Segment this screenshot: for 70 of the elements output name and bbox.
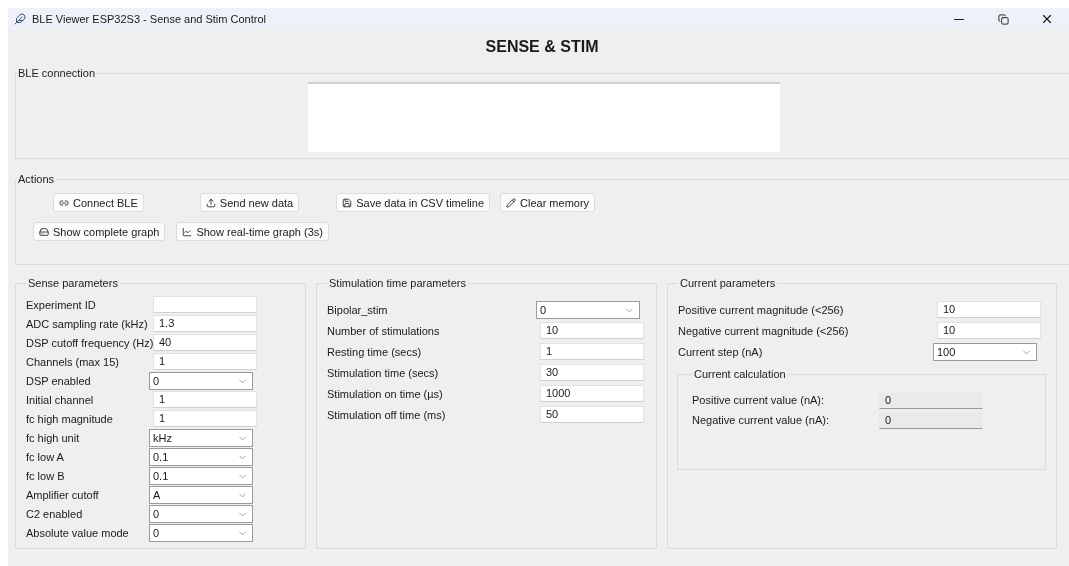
field-label: DSP cutoff frequency (Hz) xyxy=(26,336,153,349)
action-button[interactable]: Send new data xyxy=(199,193,300,212)
readonly-field: 0 xyxy=(879,411,983,429)
field-label: fc low A xyxy=(26,450,65,463)
feather-icon xyxy=(14,13,26,25)
input-field[interactable]: 1 xyxy=(153,410,257,427)
field-label: fc high unit xyxy=(26,431,81,444)
window-title: BLE Viewer ESP32S3 - Sense and Stim Control xyxy=(32,13,267,25)
field-label: fc high magnitude xyxy=(26,412,114,425)
dropdown[interactable]: 0 xyxy=(149,371,253,390)
dropdown[interactable]: 0 xyxy=(149,504,253,523)
save-icon xyxy=(342,197,353,208)
close-icon xyxy=(1040,12,1054,26)
field-label: Positive current value (nA): xyxy=(692,394,826,406)
action-button[interactable]: Clear memory xyxy=(500,193,596,212)
send-icon xyxy=(205,197,216,208)
field-label: Stimulation time (secs) xyxy=(327,366,440,379)
heading: SENSE & STIM xyxy=(485,37,599,57)
dropdown[interactable]: kHz xyxy=(149,428,253,447)
readonly-field: 0 xyxy=(879,391,983,409)
field-label: fc low B xyxy=(26,469,66,482)
field-label: DSP enabled xyxy=(26,374,92,387)
input-field[interactable]: 1 xyxy=(540,343,644,360)
field-label: Amplifier cutoff xyxy=(26,488,100,501)
action-button[interactable]: Connect BLE xyxy=(53,193,144,212)
dropdown[interactable]: 0 xyxy=(149,523,253,542)
input-field[interactable]: 40 xyxy=(153,334,257,351)
input-field[interactable]: 50 xyxy=(540,406,644,423)
field-label: Absolute value mode xyxy=(26,526,130,539)
input-field[interactable]: 1 xyxy=(153,391,257,408)
input-field[interactable] xyxy=(153,296,257,313)
minimize-icon xyxy=(954,18,964,20)
group-label: Current parameters xyxy=(679,277,777,289)
group-label: Actions xyxy=(17,173,56,185)
field-label: C2 enabled xyxy=(26,507,84,520)
field-label: Stimulation on time (µs) xyxy=(327,387,444,400)
chart-icon xyxy=(182,226,193,237)
input-field[interactable]: 10 xyxy=(937,301,1041,318)
field-label: Negative current magnitude (<256) xyxy=(678,324,850,337)
field-label: Experiment ID xyxy=(26,298,97,311)
field-label: Number of stimulations xyxy=(327,324,441,337)
input-field[interactable]: 30 xyxy=(540,364,644,381)
group-label: Sense parameters xyxy=(27,277,119,289)
field-label: Bipolar_stim xyxy=(327,303,389,316)
input-field[interactable]: 1.3 xyxy=(153,315,257,332)
input-field[interactable]: 1 xyxy=(153,353,257,370)
field-label: Stimulation off time (ms) xyxy=(327,408,447,421)
action-button[interactable]: Show complete graph xyxy=(33,222,166,241)
input-field[interactable]: 10 xyxy=(937,322,1041,339)
field-label: ADC sampling rate (kHz) xyxy=(26,317,149,330)
input-field[interactable]: 10 xyxy=(540,322,644,339)
link-icon xyxy=(59,197,69,208)
field-label: Current step (nA) xyxy=(678,345,764,358)
dropdown[interactable]: 0.1 xyxy=(149,447,253,466)
field-label: Resting time (secs) xyxy=(327,345,423,358)
restore-icon xyxy=(997,13,1009,25)
dropdown[interactable]: 0.1 xyxy=(149,466,253,485)
action-button[interactable]: Show real-time graph (3s) xyxy=(176,222,329,241)
dropdown[interactable]: 100 xyxy=(933,342,1037,361)
action-button[interactable]: Save data in CSV timeline xyxy=(336,193,490,212)
group-label: BLE connection xyxy=(17,67,97,79)
field-label: Initial channel xyxy=(26,393,95,406)
dropdown[interactable]: 0 xyxy=(536,300,640,319)
input-field[interactable]: 1000 xyxy=(540,385,644,402)
group-label: Current calculation xyxy=(693,368,787,380)
dropdown[interactable]: A xyxy=(149,485,253,504)
field-label: Negative current value (nA): xyxy=(692,414,830,426)
group-label: Stimulation time parameters xyxy=(328,277,467,289)
field-label: Positive current magnitude (<256) xyxy=(678,303,845,316)
field-label: Channels (max 15) xyxy=(26,355,120,368)
